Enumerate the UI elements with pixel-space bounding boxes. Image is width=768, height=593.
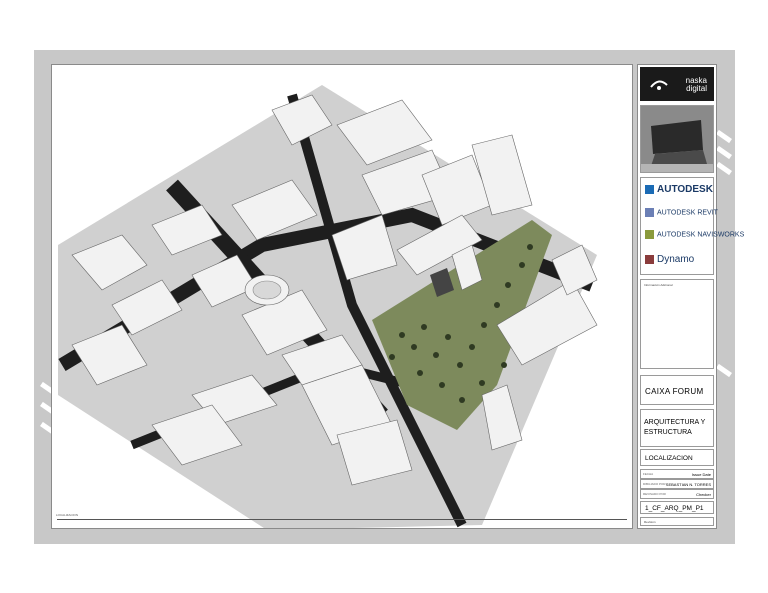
drawing-label: LOCALIZACION bbox=[56, 513, 79, 517]
additional-info: Información Adicional bbox=[640, 279, 714, 369]
autodesk-logo: AUTODESK bbox=[645, 184, 713, 195]
border-stripe bbox=[716, 129, 732, 144]
view-name-box: LOCALIZACION bbox=[640, 449, 714, 466]
autodesk-icon bbox=[645, 184, 654, 194]
revision-box: Revisión bbox=[640, 517, 714, 526]
site-plan-3d bbox=[58, 85, 598, 528]
border-stripe bbox=[716, 161, 732, 176]
logo-text: naska digital bbox=[685, 76, 707, 93]
building-photo bbox=[640, 105, 714, 173]
scale-line bbox=[57, 519, 627, 520]
revit-logo: AUTODESK REVIT bbox=[645, 208, 718, 217]
navisworks-icon bbox=[645, 230, 654, 239]
title-block: naska digital AUTODESK AUTODESK REVIT AU… bbox=[637, 64, 744, 529]
round-building-courtyard bbox=[252, 280, 282, 300]
meta-row-drawn-by: DIBUJADO POR SEBASTIAN N. TORRES bbox=[640, 479, 714, 489]
navisworks-logo: AUTODESK NAVISWORKS bbox=[645, 230, 744, 239]
project-name-box: CAIXA FORUM bbox=[640, 375, 714, 405]
border-stripe bbox=[716, 145, 732, 160]
view-name: LOCALIZACION bbox=[645, 455, 693, 462]
revision-label: Revisión bbox=[644, 520, 656, 524]
building-photo-image bbox=[641, 106, 713, 172]
logo-icon bbox=[650, 80, 668, 90]
discipline: ARQUITECTURA Y ESTRUCTURA bbox=[644, 419, 706, 436]
software-logos: AUTODESK AUTODESK REVIT AUTODESK NAVISWO… bbox=[640, 177, 744, 275]
drawing-area bbox=[51, 64, 633, 529]
discipline-box: ARQUITECTURA Y ESTRUCTURA bbox=[640, 409, 714, 447]
border-stripe bbox=[716, 363, 732, 378]
dynamo-icon bbox=[645, 254, 654, 264]
dynamo-logo: Dynamo bbox=[645, 254, 694, 265]
meta-row-checked-by: REVISADO POR Checker bbox=[640, 489, 714, 499]
company-logo: naska digital bbox=[640, 67, 714, 101]
revit-icon bbox=[645, 208, 654, 217]
sheet-code-box: 1_CF_ARQ_PM_P1 bbox=[640, 501, 714, 514]
project-name: CAIXA FORUM bbox=[645, 387, 704, 396]
meta-row-date: FECHA Issue Date bbox=[640, 469, 714, 479]
sheet-code: 1_CF_ARQ_PM_P1 bbox=[645, 505, 704, 512]
additional-info-label: Información Adicional bbox=[644, 283, 673, 287]
